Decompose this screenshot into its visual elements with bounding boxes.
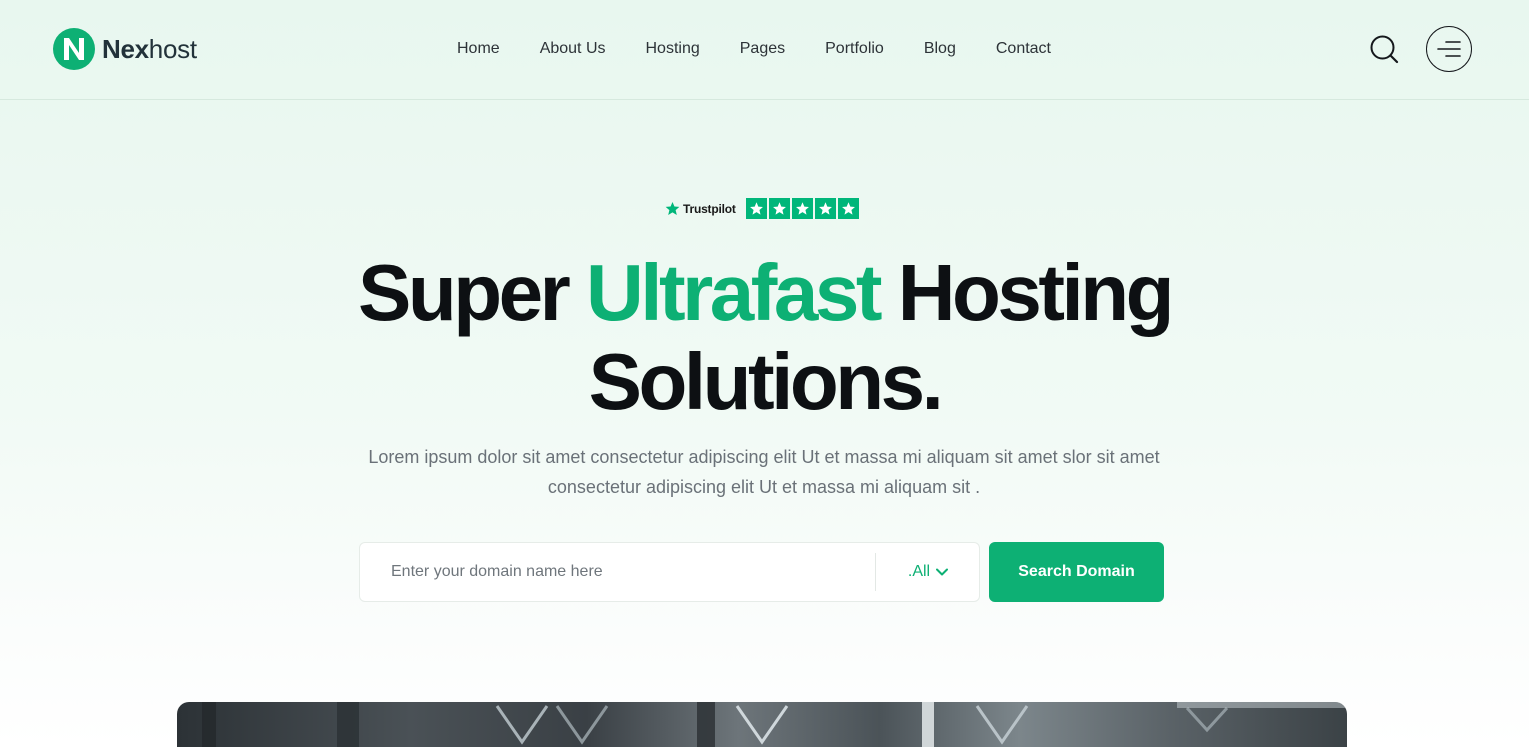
nav-item-home[interactable]: Home xyxy=(457,38,500,60)
trustpilot-star-icon xyxy=(665,201,680,215)
server-rack-image xyxy=(202,702,1347,747)
star-icon xyxy=(768,198,790,219)
star-icon xyxy=(791,198,813,219)
hero-image xyxy=(177,702,1347,747)
hero-subtitle: Lorem ipsum dolor sit amet consectetur a… xyxy=(368,447,1160,497)
trustpilot-rating: Trustpilot xyxy=(665,198,859,219)
logo[interactable]: Nexhost xyxy=(52,27,197,71)
tld-selected-value: .All xyxy=(907,563,931,580)
domain-search-box: .All xyxy=(359,542,980,602)
tld-select[interactable]: .All xyxy=(876,543,980,601)
headline-part2: Hosting xyxy=(897,248,1175,337)
n-logo-icon xyxy=(53,28,95,70)
nav-item-blog[interactable]: Blog xyxy=(924,38,956,60)
search-domain-button[interactable]: Search Domain xyxy=(989,542,1164,602)
headline-line2: Solutions. xyxy=(588,337,944,426)
chevron-down-icon xyxy=(936,568,949,576)
nav-item-about-us[interactable]: About Us xyxy=(540,38,606,60)
trustpilot-label: Trustpilot xyxy=(683,201,736,216)
domain-search-input[interactable] xyxy=(361,544,861,600)
hamburger-menu-icon xyxy=(1437,41,1461,57)
star-icon xyxy=(814,198,836,219)
site-header: Nexhost Home About Us Hosting Pages Port… xyxy=(0,0,1529,100)
nav-item-pages[interactable]: Pages xyxy=(740,38,785,60)
headline-part1: Super xyxy=(358,248,571,337)
star-icon xyxy=(745,198,767,219)
hero-headline: Super Ultrafast Hosting Solutions. xyxy=(0,248,1529,426)
headline-accent: Ultrafast xyxy=(585,248,883,337)
main-nav: Home About Us Hosting Pages Portfolio Bl… xyxy=(457,38,1051,60)
nav-item-hosting[interactable]: Hosting xyxy=(646,38,700,60)
nav-item-contact[interactable]: Contact xyxy=(996,38,1051,60)
brand-name: Nexhost xyxy=(102,33,197,64)
search-button[interactable] xyxy=(1366,31,1402,67)
search-icon xyxy=(1370,35,1399,64)
star-icon xyxy=(837,198,859,219)
nav-item-portfolio[interactable]: Portfolio xyxy=(825,38,884,60)
menu-button[interactable] xyxy=(1426,26,1472,72)
star-rating xyxy=(745,198,859,219)
